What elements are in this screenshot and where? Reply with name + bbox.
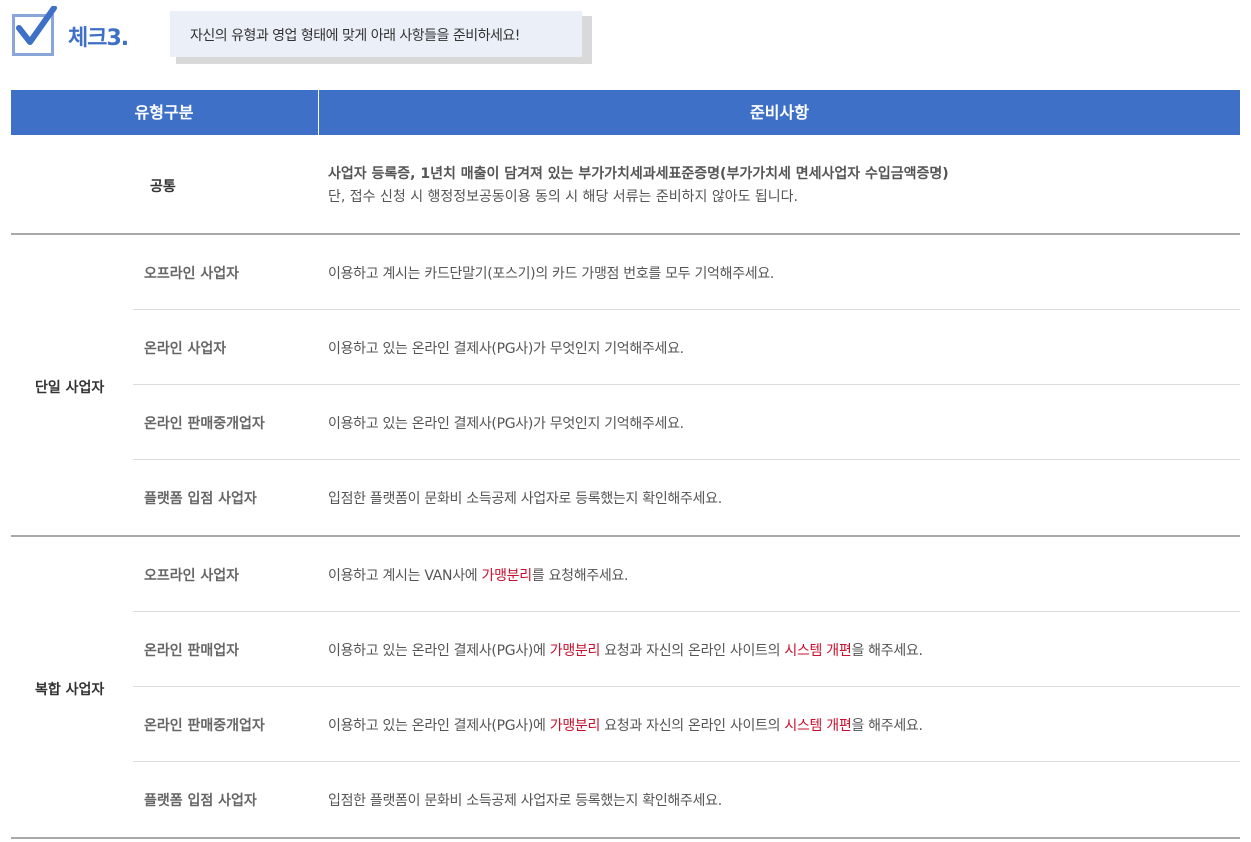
table-row: 오프라인 사업자 이용하고 계시는 카드단말기(포스기)의 카드 가맹점 번호를… <box>133 235 1240 310</box>
row-type: 온라인 판매중개업자 <box>144 718 265 734</box>
row-type: 플랫폼 입점 사업자 <box>144 793 257 809</box>
row-requirement: 입점한 플랫폼이 문화비 소득공제 사업자로 등록했는지 확인해주세요. <box>328 491 722 507</box>
group-complex-business: 복합 사업자 오프라인 사업자 이용하고 계시는 VAN사에 가맹분리를 요청해… <box>11 537 1240 839</box>
column-header-type: 유형구분 <box>134 103 194 122</box>
group-label-single: 단일 사업자 <box>35 380 105 396</box>
row-type: 오프라인 사업자 <box>144 568 240 584</box>
group-single-business: 단일 사업자 오프라인 사업자 이용하고 계시는 카드단말기(포스기)의 카드 … <box>11 235 1240 537</box>
row-requirement: 입점한 플랫폼이 문화비 소득공제 사업자로 등록했는지 확인해주세요. <box>328 793 722 809</box>
common-requirements: 사업자 등록증, 1년치 매출이 담겨져 있는 부가가치세과세표준증명(부가가치… <box>328 163 949 209</box>
table-row: 플랫폼 입점 사업자 입점한 플랫폼이 문화비 소득공제 사업자로 등록했는지 … <box>133 460 1240 535</box>
highlight-text: 가맹분리 <box>549 718 601 734</box>
row-type: 온라인 판매중개업자 <box>144 416 265 432</box>
table-row: 플랫폼 입점 사업자 입점한 플랫폼이 문화비 소득공제 사업자로 등록했는지 … <box>133 762 1240 837</box>
row-requirement: 이용하고 있는 온라인 결제사(PG사)에 가맹분리 요청과 자신의 온라인 사… <box>328 718 923 734</box>
table-row: 온라인 판매중개업자 이용하고 있는 온라인 결제사(PG사)에 가맹분리 요청… <box>133 687 1240 762</box>
instruction-callout: 자신의 유형과 영업 형태에 맞게 아래 사항들을 준비하세요! <box>170 11 582 57</box>
column-header-preparation: 준비사항 <box>318 90 1240 135</box>
table-row: 오프라인 사업자 이용하고 계시는 VAN사에 가맹분리를 요청해주세요. <box>133 537 1240 612</box>
highlight-text: 시스템 개편 <box>784 643 852 659</box>
common-line-1: 사업자 등록증, 1년치 매출이 담겨져 있는 부가가치세과세표준증명(부가가치… <box>328 166 949 182</box>
table-row: 온라인 판매중개업자 이용하고 있는 온라인 결제사(PG사)가 무엇인지 기억… <box>133 385 1240 460</box>
row-type: 온라인 판매업자 <box>144 643 240 659</box>
table-row: 온라인 판매업자 이용하고 있는 온라인 결제사(PG사)에 가맹분리 요청과 … <box>133 612 1240 687</box>
row-type: 플랫폼 입점 사업자 <box>144 491 257 507</box>
section-title: 체크3. <box>68 26 129 51</box>
requirements-table: 유형구분 준비사항 공통 사업자 등록증, 1년치 매출이 담겨져 있는 부가가… <box>11 90 1240 839</box>
checkbox-icon <box>10 6 57 56</box>
table-row-common: 공통 사업자 등록증, 1년치 매출이 담겨져 있는 부가가치세과세표준증명(부… <box>11 135 1240 235</box>
row-requirement: 이용하고 있는 온라인 결제사(PG사)가 무엇인지 기억해주세요. <box>328 341 684 357</box>
section-header: 체크3. 자신의 유형과 영업 형태에 맞게 아래 사항들을 준비하세요! <box>10 6 610 66</box>
row-requirement: 이용하고 계시는 VAN사에 가맹분리를 요청해주세요. <box>328 568 629 584</box>
row-requirement: 이용하고 있는 온라인 결제사(PG사)가 무엇인지 기억해주세요. <box>328 416 684 432</box>
highlight-text: 가맹분리 <box>549 643 601 659</box>
table-row: 온라인 사업자 이용하고 있는 온라인 결제사(PG사)가 무엇인지 기억해주세… <box>133 310 1240 385</box>
instruction-text: 자신의 유형과 영업 형태에 맞게 아래 사항들을 준비하세요! <box>190 28 520 44</box>
row-requirement: 이용하고 있는 온라인 결제사(PG사)에 가맹분리 요청과 자신의 온라인 사… <box>328 643 923 659</box>
row-requirement: 이용하고 계시는 카드단말기(포스기)의 카드 가맹점 번호를 모두 기억해주세… <box>328 266 775 282</box>
row-type: 온라인 사업자 <box>144 341 227 357</box>
common-line-2: 단, 접수 신청 시 행정정보공동이용 동의 시 해당 서류는 준비하지 않아도… <box>328 189 799 205</box>
highlight-text: 가맹분리 <box>481 568 533 584</box>
highlight-text: 시스템 개편 <box>784 718 852 734</box>
group-label-complex: 복합 사업자 <box>35 682 105 698</box>
table-header: 유형구분 준비사항 <box>11 90 1240 135</box>
row-type: 오프라인 사업자 <box>144 266 240 282</box>
common-label: 공통 <box>150 179 176 195</box>
